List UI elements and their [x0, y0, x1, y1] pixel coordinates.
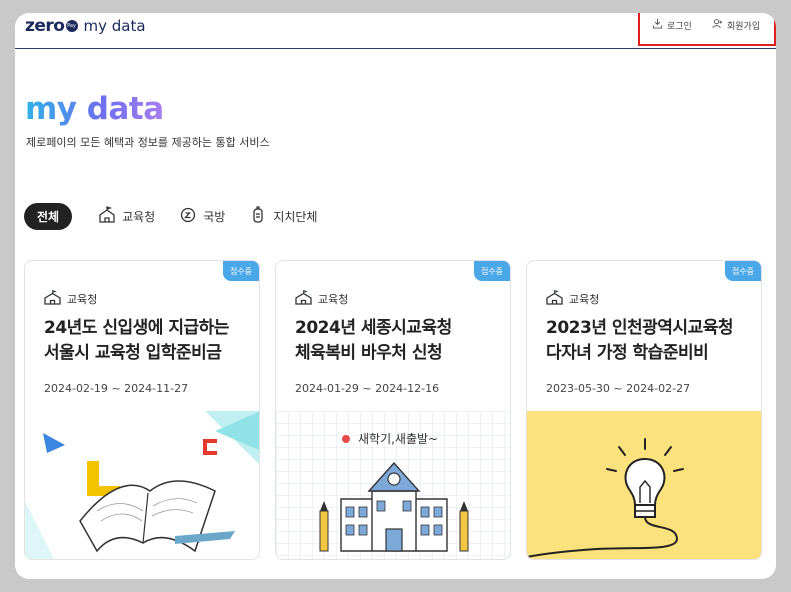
card-category: 교육청 [295, 289, 349, 308]
building-icon [249, 206, 267, 227]
card-category-label: 교육청 [67, 293, 98, 306]
signup-button[interactable]: 회원가입 [712, 18, 760, 32]
signup-label: 회원가입 [727, 21, 761, 32]
card-category-label: 교육청 [318, 293, 349, 306]
illustration-caption: 새학기,새출발~ [358, 432, 438, 446]
filter-local-government-label: 지치단체 [273, 210, 318, 224]
light-bulb-illustration [527, 411, 761, 559]
status-badge: 접수중 [223, 261, 259, 281]
user-add-icon [712, 18, 723, 32]
zeropay-mydata-logo[interactable]: zero Pay my data [25, 15, 146, 37]
card-thumbnail: 새학기,새출발~ [276, 411, 510, 559]
card-title: 2023년 인천광역시교육청 다자녀 가정 학습준비비 [546, 316, 756, 366]
card-period: 2023-05-30 ~ 2024-02-27 [546, 382, 691, 395]
benefit-card[interactable]: 접수중 교육청 2023년 인천광역시교육청 다자녀 가정 학습준비비 2023… [526, 260, 762, 560]
card-category: 교육청 [44, 289, 98, 308]
card-thumbnail [25, 411, 259, 559]
page-window: zero Pay my data 로그인 회원가입 my data 제로페이의 … [15, 13, 776, 579]
card-title-line-2: 서울시 교육청 입학준비금 [44, 343, 222, 363]
card-category-label: 교육청 [569, 293, 600, 306]
card-title: 2024년 세종시교육청 체육복비 바우처 신청 [295, 316, 505, 366]
school-icon [44, 289, 61, 308]
filter-defense-tab[interactable]: 국방 [179, 203, 225, 230]
filter-all-tab[interactable]: 전체 [24, 203, 73, 230]
login-icon [652, 18, 663, 32]
top-navigation-bar: zero Pay my data 로그인 회원가입 [15, 13, 776, 49]
card-title-line-1: 24년도 신입생에 지급하는 [44, 318, 229, 338]
card-title-line-2: 다자녀 가정 학습준비비 [546, 343, 709, 363]
page-title: my data [25, 91, 164, 127]
school-icon [98, 206, 116, 227]
school-icon [295, 289, 312, 308]
school-building-illustration: 새학기,새출발~ [276, 411, 510, 559]
status-badge: 접수중 [474, 261, 510, 281]
card-title: 24년도 신입생에 지급하는 서울시 교육청 입학준비금 [44, 316, 254, 366]
card-thumbnail [527, 411, 761, 559]
card-period: 2024-01-29 ~ 2024-12-16 [295, 382, 440, 395]
open-book-illustration [25, 411, 259, 559]
logo-mydata-text: my data [83, 17, 146, 35]
filter-local-government-tab[interactable]: 지치단체 [249, 203, 317, 230]
military-icon [179, 206, 197, 227]
filter-defense-label: 국방 [203, 210, 226, 224]
card-category: 교육청 [546, 289, 600, 308]
benefit-card[interactable]: 접수중 교육청 2024년 세종시교육청 체육복비 바우처 신청 2024-01… [275, 260, 511, 560]
card-title-line-1: 2023년 인천광역시교육청 [546, 318, 734, 338]
logo-zero-text: zero [25, 16, 65, 36]
status-badge: 접수중 [725, 261, 761, 281]
category-filter-bar: 전체 교육청 국방 지치단체 [24, 203, 341, 230]
filter-education-office-tab[interactable]: 교육청 [98, 203, 155, 230]
filter-education-office-label: 교육청 [122, 210, 156, 224]
card-title-line-2: 체육복비 바우처 신청 [295, 343, 443, 363]
login-button[interactable]: 로그인 [652, 18, 692, 32]
page-subtitle: 제로페이의 모든 혜택과 정보를 제공하는 통합 서비스 [26, 136, 270, 149]
logo-pay-badge: Pay [65, 20, 78, 32]
login-label: 로그인 [667, 21, 692, 32]
card-title-line-1: 2024년 세종시교육청 [295, 318, 452, 338]
filter-all-label: 전체 [37, 210, 60, 224]
card-period: 2024-02-19 ~ 2024-11-27 [44, 382, 189, 395]
school-icon [546, 289, 563, 308]
benefit-card[interactable]: 접수중 교육청 24년도 신입생에 지급하는 서울시 교육청 입학준비금 202… [24, 260, 260, 560]
